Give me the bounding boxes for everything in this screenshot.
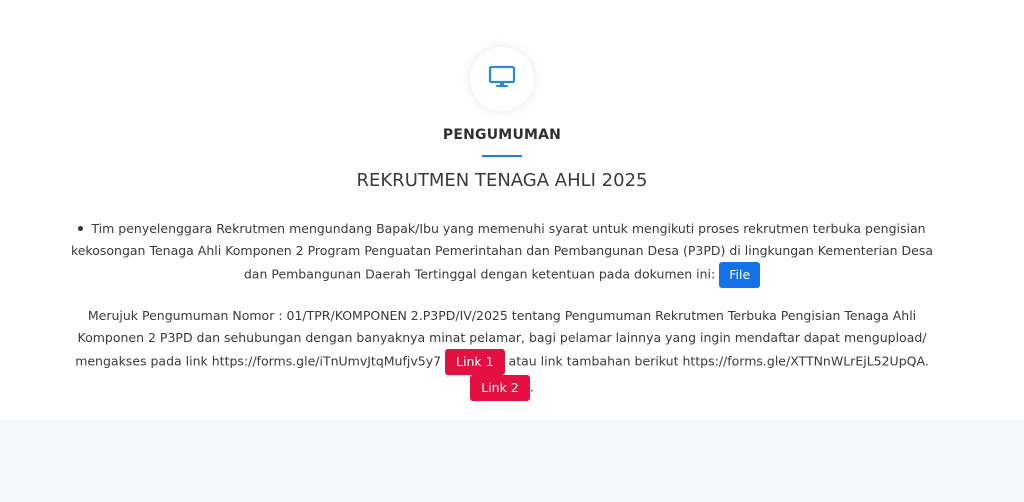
section-heading: PENGUMUMAN: [442, 127, 562, 143]
monitor-icon: [488, 65, 516, 93]
paragraph-text-middle: atau link tambahan berikut https://forms…: [508, 353, 929, 369]
announcement-section: PENGUMUMAN REKRUTMEN TENAGA AHLI 2025 Ti…: [0, 0, 1024, 420]
file-button[interactable]: File: [719, 262, 761, 288]
link-1-button[interactable]: Link 1: [445, 349, 505, 375]
announcement-bullet: Tim penyelenggara Rekrutmen mengundang B…: [60, 218, 944, 288]
page-title: REKRUTMEN TENAGA AHLI 2025: [356, 170, 648, 191]
bullet-dot: [78, 226, 84, 231]
registration-paragraph: Merujuk Pengumuman Nomor : 01/TPR/KOMPON…: [60, 305, 944, 401]
link-2-button[interactable]: Link 2: [470, 375, 530, 401]
heading-underline: [482, 155, 522, 157]
icon-badge: [470, 47, 534, 111]
bullet-text: Tim penyelenggara Rekrutmen mengundang B…: [70, 221, 934, 282]
paragraph-text-end: .: [529, 379, 534, 395]
footer-band: [0, 420, 1024, 502]
